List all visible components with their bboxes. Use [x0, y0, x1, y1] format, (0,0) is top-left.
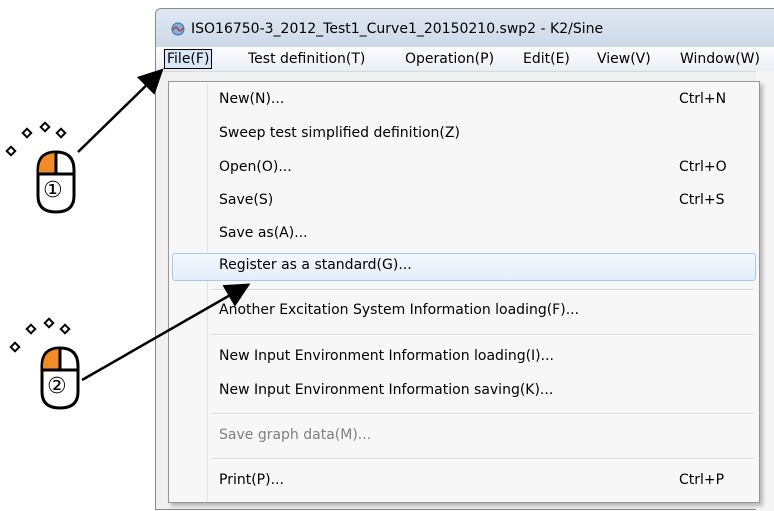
step-number: ① [43, 178, 63, 203]
step-number: ② [47, 374, 67, 399]
arrow-to-file-menu [77, 68, 164, 153]
click-sparkle-icon [9, 317, 71, 353]
annotation-arrows [77, 68, 251, 382]
mouse-click-step2-icon: ② [38, 346, 82, 410]
click-sparkle-icon [5, 121, 67, 157]
arrow-to-register-standard [81, 283, 251, 382]
mouse-click-step1-icon: ① [34, 150, 78, 214]
